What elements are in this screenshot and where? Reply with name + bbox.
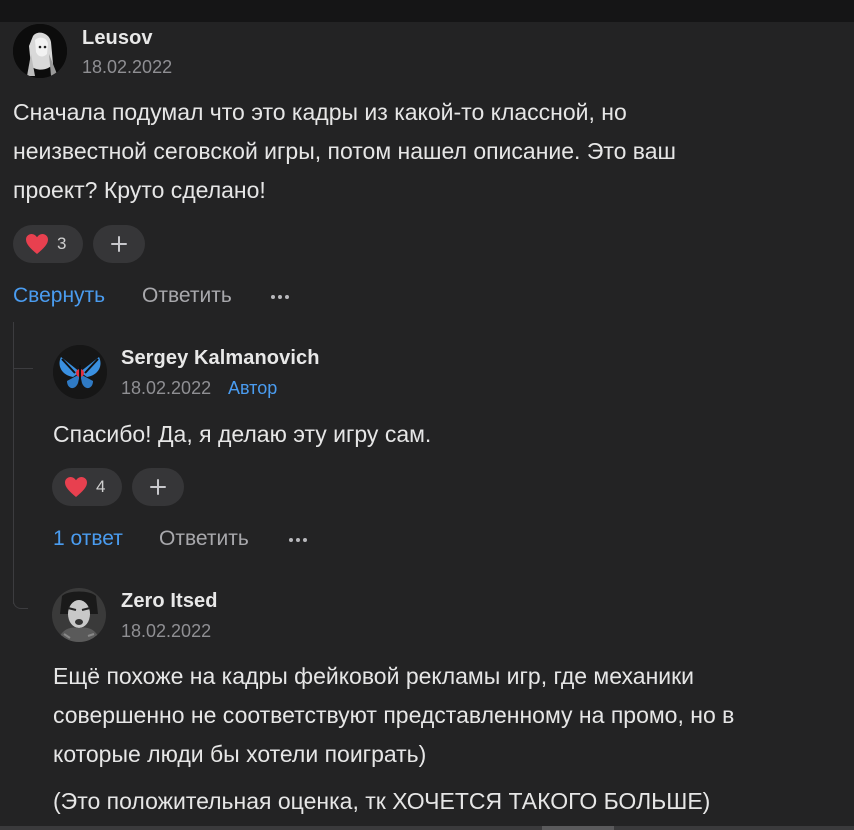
avatar[interactable] [52, 588, 106, 642]
comment-text: Ещё похоже на кадры фейковой рекламы игр… [53, 657, 843, 821]
comment-text-line: которые люди бы хотели поиграть) [53, 741, 427, 767]
comment-text-line: (Это положительная оценка, тк ХОЧЕТСЯ ТА… [53, 788, 711, 814]
comment-text-line: Ещё похоже на кадры фейковой рекламы игр… [53, 663, 695, 689]
bottom-bar [0, 826, 854, 830]
comment-text-line: совершенно не соответствуют представленн… [53, 702, 735, 728]
comment: Zero Itsed 18.02.2022 Ещё похоже на кадр… [0, 0, 854, 826]
comment-date: 18.02.2022 [121, 621, 212, 641]
author-name[interactable]: Zero Itsed [121, 590, 218, 613]
